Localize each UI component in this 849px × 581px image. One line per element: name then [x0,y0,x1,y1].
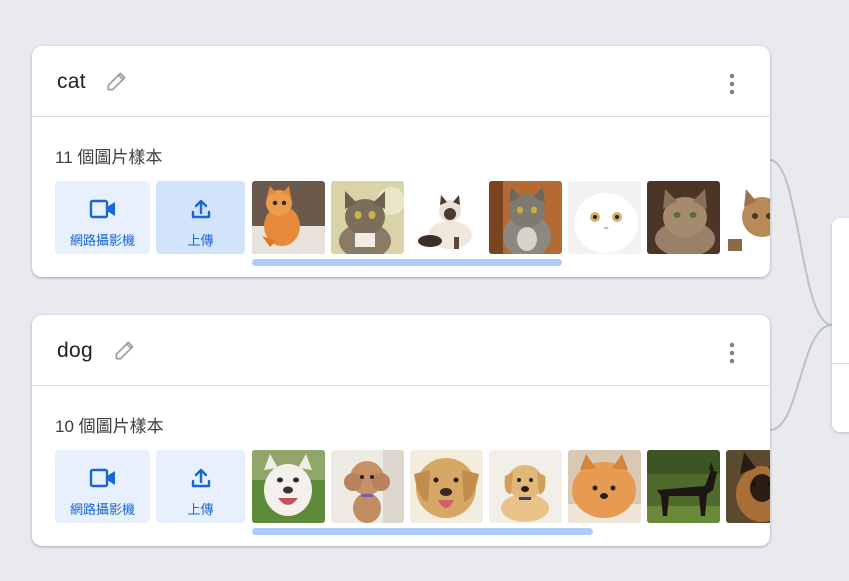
upload-icon [189,194,213,224]
sample-thumbnail[interactable] [410,450,483,523]
sample-thumbnail[interactable] [410,181,483,254]
sample-thumbnail[interactable] [252,181,325,254]
sample-thumbnail[interactable] [647,181,720,254]
webcam-label: 網路攝影機 [69,233,135,248]
class-name[interactable]: cat [57,70,86,94]
webcam-button[interactable]: 網路攝影機 [55,181,150,254]
sample-thumbnail[interactable] [489,181,562,254]
more-vert-icon[interactable] [722,72,742,96]
upload-label: 上傳 [187,502,214,517]
training-panel [832,218,849,432]
sample-thumbnail[interactable] [331,181,404,254]
upload-button[interactable]: 上傳 [156,181,245,254]
sample-thumbnail[interactable] [489,450,562,523]
sample-thumbnail[interactable] [726,450,770,523]
upload-icon [189,463,213,493]
thumbnail-scrollbar[interactable] [252,528,593,535]
more-vert-icon[interactable] [722,341,742,365]
webcam-label: 網路攝影機 [69,502,135,517]
sample-thumbnail[interactable] [726,181,770,254]
sample-thumbnails [252,450,770,523]
webcam-button[interactable]: 網路攝影機 [55,450,150,523]
sample-thumbnail[interactable] [568,181,641,254]
sample-count: 11 個圖片樣本 [55,148,163,167]
sample-count: 10 個圖片樣本 [55,417,164,436]
sample-thumbnails [252,181,770,254]
pencil-icon[interactable] [112,337,138,363]
videocam-icon [89,194,117,224]
panel-divider [832,363,849,364]
pencil-icon[interactable] [104,68,130,94]
sample-thumbnail[interactable] [568,450,641,523]
class-card-header: dog [32,315,770,386]
sample-thumbnail[interactable] [331,450,404,523]
class-card-cat: cat 11 個圖片樣本 網路攝影機 上傳 [32,46,770,277]
class-card-header: cat [32,46,770,117]
sample-thumbnail[interactable] [647,450,720,523]
upload-button[interactable]: 上傳 [156,450,245,523]
class-card-dog: dog 10 個圖片樣本 網路攝影機 上傳 [32,315,770,546]
thumbnail-scrollbar[interactable] [252,259,562,266]
class-name[interactable]: dog [57,339,93,363]
sample-thumbnail[interactable] [252,450,325,523]
upload-label: 上傳 [187,233,214,248]
videocam-icon [89,463,117,493]
